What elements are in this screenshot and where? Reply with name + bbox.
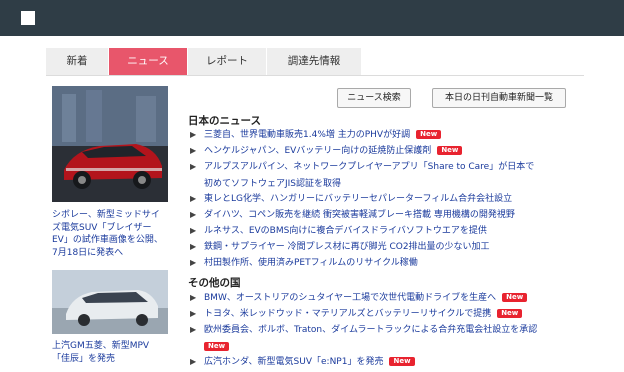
new-badge: New [497,309,523,318]
top-bar [0,0,624,36]
today-paper-list-button[interactable]: 本日の日刊自動車新聞一覧 [432,88,566,108]
tab-divider [46,75,584,76]
triangle-bullet-icon: ▶ [190,130,197,139]
triangle-bullet-icon: ▶ [190,242,197,251]
triangle-bullet-icon: ▶ [190,258,197,267]
article-thumbnail-chevrolet[interactable] [52,86,168,202]
triangle-bullet-icon: ▶ [190,194,197,203]
new-badge: New [204,342,230,351]
section-heading-other: その他の国 [188,277,241,289]
triangle-bullet-icon: ▶ [190,162,197,171]
tab-supplier-info[interactable]: 調達先情報 [267,48,361,75]
triangle-bullet-icon: ▶ [190,146,197,155]
news-search-button[interactable]: ニュース検索 [337,88,411,108]
news-item[interactable]: ▶ アルプスアルパイン、ネットワークプレイヤーアプリ「Share to Care… [190,160,580,190]
new-badge: New [437,146,463,155]
new-badge: New [502,293,528,302]
tab-report[interactable]: レポート [188,48,266,75]
section-heading-japan: 日本のニュース [188,115,261,127]
triangle-bullet-icon: ▶ [190,293,197,302]
article-thumbnail-wuling[interactable] [52,270,168,334]
new-badge: New [389,357,415,366]
news-item[interactable]: ▶ 欧州委員会、ボルボ、Traton、ダイムラートラックによる合弁充電会社設立を… [190,323,580,351]
triangle-bullet-icon: ▶ [190,357,197,366]
tab-new[interactable]: 新着 [46,48,108,75]
triangle-bullet-icon: ▶ [190,210,197,219]
triangle-bullet-icon: ▶ [190,226,197,235]
menu-square-icon[interactable] [21,11,35,25]
triangle-bullet-icon: ▶ [190,309,197,318]
tab-news[interactable]: ニュース [109,48,187,75]
article-caption-chevrolet[interactable]: シボレー、新型ミッドサイ ズ電気SUV「ブレイザー EV」の試作車画像を公開、 … [52,209,172,259]
article-caption-wuling[interactable]: 上汽GM五菱、新型MPV 「佳辰」を発売 [52,340,172,365]
new-badge: New [416,130,442,139]
triangle-bullet-icon: ▶ [190,325,197,334]
